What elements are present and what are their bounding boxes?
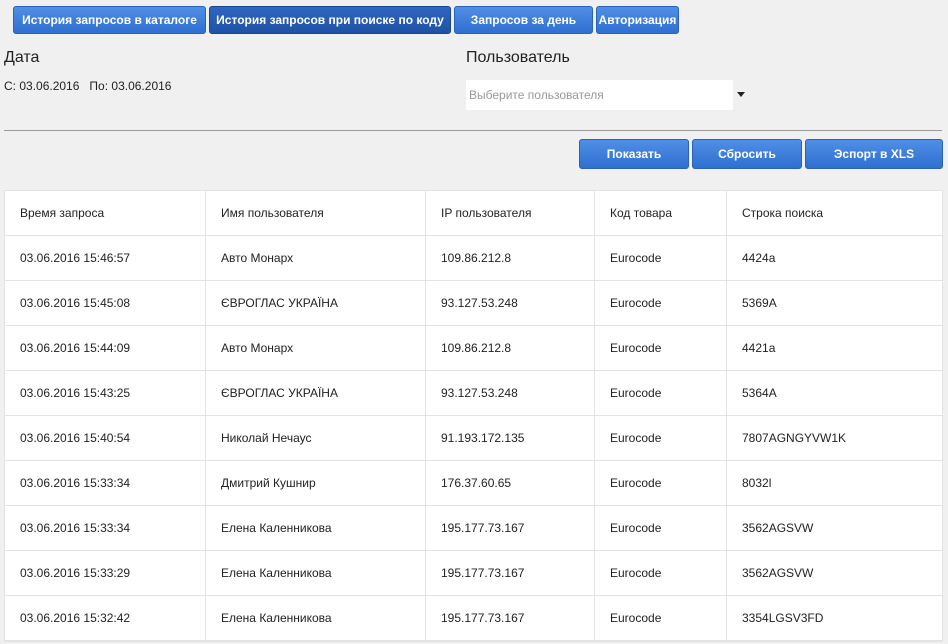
table-row[interactable]: 03.06.2016 15:33:29 Елена Каленникова 195.… — [5, 551, 942, 596]
table-body: 03.06.2016 15:46:57 Авто Монарх 109.86.212… — [5, 236, 942, 641]
table-header-row: Время запроса Имя пользователя IP пользо… — [5, 191, 942, 236]
header-user-ip[interactable]: IP пользователя — [425, 191, 594, 235]
header-search-string[interactable]: Строка поиска — [726, 191, 943, 235]
show-button[interactable]: Показать — [579, 139, 689, 169]
cell-user-ip: 176.37.60.65 — [425, 461, 594, 505]
date-to-label: По: — [89, 79, 109, 93]
cell-user-ip: 195.177.73.167 — [425, 551, 594, 595]
cell-search-string: 3562AGSVW — [726, 551, 943, 595]
table-row[interactable]: 03.06.2016 15:40:54 Николай Нечаус 91.193.… — [5, 416, 942, 461]
cell-user-ip: 109.86.212.8 — [425, 326, 594, 370]
cell-request-time: 03.06.2016 15:33:29 — [20, 566, 131, 580]
cell-request-time: 03.06.2016 15:45:08 — [20, 296, 131, 310]
user-select-placeholder: Выберите пользователя — [469, 88, 604, 102]
header-request-time[interactable]: Время запроса — [5, 191, 205, 235]
cell-user-name: Дмитрий Кушнир — [205, 461, 425, 505]
cell-product-code: Eurocode — [594, 551, 726, 595]
cell-product-code: Eurocode — [594, 596, 726, 640]
cell-request-time: 03.06.2016 15:33:34 — [20, 521, 131, 535]
table-row[interactable]: 03.06.2016 15:32:42 Елена Каленникова 195.… — [5, 596, 942, 641]
cell-user-name: Елена Каленникова — [205, 596, 425, 640]
table-row[interactable]: 03.06.2016 15:44:09 Авто Монарх 109.86.212… — [5, 326, 942, 371]
tab-code-search-history[interactable]: История запросов при поиске по коду — [209, 6, 451, 34]
cell-user-ip: 195.177.73.167 — [425, 596, 594, 640]
cell-request-time: 03.06.2016 15:43:25 — [20, 386, 131, 400]
cell-user-ip: 109.86.212.8 — [425, 236, 594, 280]
reset-button[interactable]: Сбросить — [692, 139, 802, 169]
cell-search-string: 5369A — [726, 281, 943, 325]
tab-catalog-history[interactable]: История запросов в каталоге — [13, 6, 206, 34]
cell-user-name: Елена Каленникова — [205, 506, 425, 550]
divider — [4, 130, 942, 131]
cell-product-code: Eurocode — [594, 371, 726, 415]
cell-user-ip: 91.193.172.135 — [425, 416, 594, 460]
date-to-value[interactable]: 03.06.2016 — [111, 79, 171, 93]
cell-product-code: Eurocode — [594, 416, 726, 460]
cell-search-string: 3562AGSVW — [726, 506, 943, 550]
user-select[interactable]: Выберите пользователя — [466, 80, 733, 110]
cell-product-code: Eurocode — [594, 281, 726, 325]
cell-user-ip: 93.127.53.248 — [425, 281, 594, 325]
table-row[interactable]: 03.06.2016 15:46:57 Авто Монарх 109.86.212… — [5, 236, 942, 281]
date-from-value[interactable]: 03.06.2016 — [19, 79, 79, 93]
cell-product-code: Eurocode — [594, 236, 726, 280]
cell-request-time: 03.06.2016 15:40:54 — [20, 431, 131, 445]
cell-request-time: 03.06.2016 15:33:34 — [20, 476, 131, 490]
cell-product-code: Eurocode — [594, 506, 726, 550]
cell-user-name: ЄВРОГЛАС УКРАЇНА — [205, 371, 425, 415]
cell-search-string: 4421a — [726, 326, 943, 370]
cell-user-ip: 195.177.73.167 — [425, 506, 594, 550]
export-xls-button[interactable]: Эспорт в XLS — [805, 139, 943, 169]
cell-user-name: ЄВРОГЛАС УКРАЇНА — [205, 281, 425, 325]
cell-user-name: Авто Монарх — [205, 326, 425, 370]
header-user-name[interactable]: Имя пользователя — [205, 191, 425, 235]
tab-requests-per-day[interactable]: Запросов за день — [454, 6, 593, 34]
table-row[interactable]: 03.06.2016 15:33:34 Дмитрий Кушнир 176.37.… — [5, 461, 942, 506]
table-row[interactable]: 03.06.2016 15:45:08 ЄВРОГЛАС УКРАЇНА 93.12… — [5, 281, 942, 326]
cell-request-time: 03.06.2016 15:46:57 — [20, 251, 131, 265]
date-from-label: С: — [4, 79, 16, 93]
cell-request-time: 03.06.2016 15:32:42 — [20, 611, 131, 625]
cell-user-name: Елена Каленникова — [205, 551, 425, 595]
cell-product-code: Eurocode — [594, 461, 726, 505]
cell-user-ip: 93.127.53.248 — [425, 371, 594, 415]
cell-search-string: 5364A — [726, 371, 943, 415]
requests-table: Время запроса Имя пользователя IP пользо… — [4, 190, 943, 642]
cell-search-string: 4424a — [726, 236, 943, 280]
cell-search-string: 7807AGNGYVW1K — [726, 416, 943, 460]
tab-authorization[interactable]: Авторизация — [596, 6, 679, 34]
cell-product-code: Eurocode — [594, 326, 726, 370]
date-range: С: 03.06.2016 По: 03.06.2016 — [4, 79, 171, 93]
table-row[interactable]: 03.06.2016 15:33:34 Елена Каленникова 195.… — [5, 506, 942, 551]
cell-request-time: 03.06.2016 15:44:09 — [20, 341, 131, 355]
chevron-down-icon[interactable] — [737, 92, 745, 97]
cell-search-string: 8032l — [726, 461, 943, 505]
table-row[interactable]: 03.06.2016 15:43:25 ЄВРОГЛАС УКРАЇНА 93.12… — [5, 371, 942, 416]
cell-user-name: Авто Монарх — [205, 236, 425, 280]
cell-search-string: 3354LGSV3FD — [726, 596, 943, 640]
cell-user-name: Николай Нечаус — [205, 416, 425, 460]
header-product-code[interactable]: Код товара — [594, 191, 726, 235]
user-label: Пользователь — [466, 49, 570, 66]
date-label: Дата — [4, 49, 40, 66]
